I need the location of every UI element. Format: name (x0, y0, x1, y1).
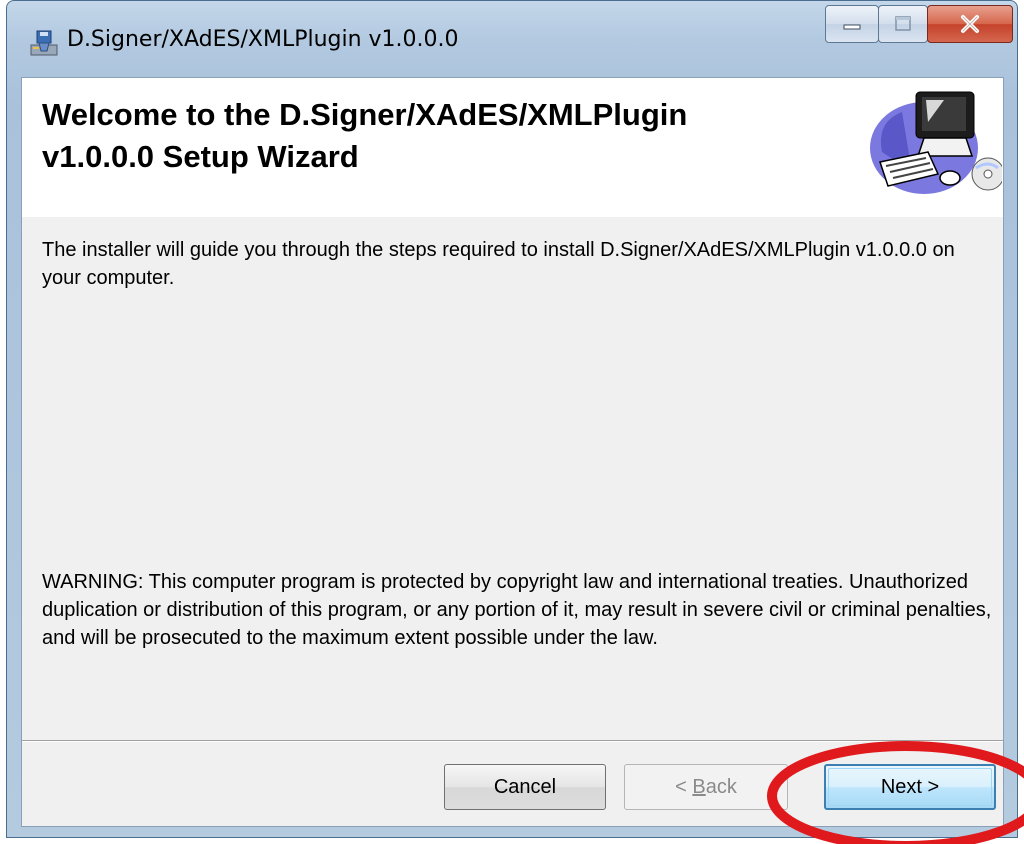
wizard-title: Welcome to the D.Signer/XAdES/XMLPlugin … (42, 97, 688, 174)
close-icon (961, 15, 979, 33)
maximize-button[interactable] (878, 5, 928, 43)
cancel-button-label: Cancel (493, 775, 557, 798)
back-button[interactable]: < Back (624, 764, 788, 810)
title-bar[interactable]: D.Signer/XAdES/XMLPlugin v1.0.0.0 (7, 1, 1017, 77)
intro-text: The installer will guide you through the… (42, 239, 955, 289)
header-divider (22, 216, 1003, 217)
wizard-header: Welcome to the D.Signer/XAdES/XMLPlugin … (22, 78, 1003, 217)
minimize-button[interactable] (825, 5, 879, 43)
close-button[interactable] (927, 5, 1013, 43)
next-button-label: Next > (880, 775, 940, 798)
wizard-content: Welcome to the D.Signer/XAdES/XMLPlugin … (21, 77, 1004, 827)
back-button-label: < Back (675, 775, 737, 798)
next-button[interactable]: Next > (824, 764, 996, 810)
installer-app-icon (30, 30, 58, 56)
installer-window: D.Signer/XAdES/XMLPlugin v1.0.0.0 Welcom… (6, 0, 1018, 838)
footer-divider-highlight (22, 741, 1003, 742)
cancel-button[interactable]: Cancel (444, 764, 606, 810)
copyright-warning-text: WARNING: This computer program is protec… (42, 571, 992, 649)
maximize-icon (895, 16, 911, 31)
minimize-icon (843, 24, 861, 30)
computer-with-cd-icon (870, 91, 1002, 194)
window-title: D.Signer/XAdES/XMLPlugin v1.0.0.0 (67, 27, 459, 52)
